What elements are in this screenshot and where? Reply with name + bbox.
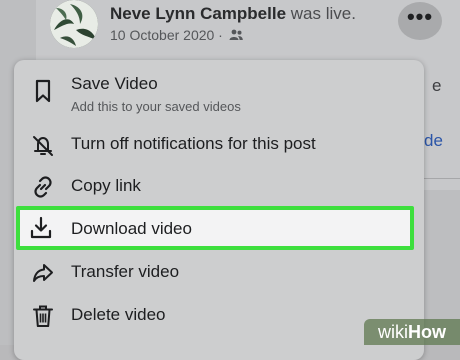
ellipsis-icon: ••• <box>406 4 434 29</box>
wikihow-watermark: wiki How <box>364 319 460 345</box>
download-icon <box>28 215 54 241</box>
menu-item-download-video[interactable]: Download video <box>16 206 414 250</box>
menu-item-delete-video[interactable]: Delete video <box>14 301 424 331</box>
watermark-wiki: wiki <box>378 321 408 342</box>
menu-item-label: Copy link <box>71 176 141 195</box>
menu-item-transfer-video[interactable]: Transfer video <box>14 258 424 288</box>
menu-item-sublabel: Add this to your saved videos <box>71 99 241 114</box>
bookmark-icon <box>30 78 56 104</box>
post-date[interactable]: 10 October 2020 · <box>110 27 223 43</box>
link-icon <box>30 174 56 200</box>
post-action-text: was live. <box>286 4 356 23</box>
post-date-line: 10 October 2020 · <box>110 27 243 43</box>
divider <box>424 178 460 179</box>
post-author-line: Neve Lynn Campbelle was live. <box>110 4 356 24</box>
more-options-button[interactable]: ••• <box>398 2 442 40</box>
friends-icon <box>229 29 243 40</box>
avatar-image <box>50 0 98 48</box>
post-author-name[interactable]: Neve Lynn Campbelle <box>110 4 286 23</box>
menu-item-label: Delete video <box>71 305 166 324</box>
side-link-de[interactable]: de <box>424 131 443 151</box>
menu-item-label: Save Video <box>71 74 158 93</box>
side-text-e: e <box>432 76 442 95</box>
avatar[interactable] <box>50 0 98 48</box>
menu-item-copy-link[interactable]: Copy link <box>14 172 424 202</box>
menu-item-save-video[interactable]: Save Video Add this to your saved videos <box>14 72 424 120</box>
menu-item-label: Turn off notifications for this post <box>71 134 316 153</box>
watermark-how: How <box>408 321 446 342</box>
menu-item-turn-off-notifications[interactable]: Turn off notifications for this post <box>14 130 424 160</box>
share-arrow-icon <box>30 260 56 286</box>
menu-item-label: Transfer video <box>71 262 180 281</box>
trash-icon <box>30 303 56 329</box>
bell-off-icon <box>30 132 56 158</box>
menu-item-label: Download video <box>71 219 192 238</box>
